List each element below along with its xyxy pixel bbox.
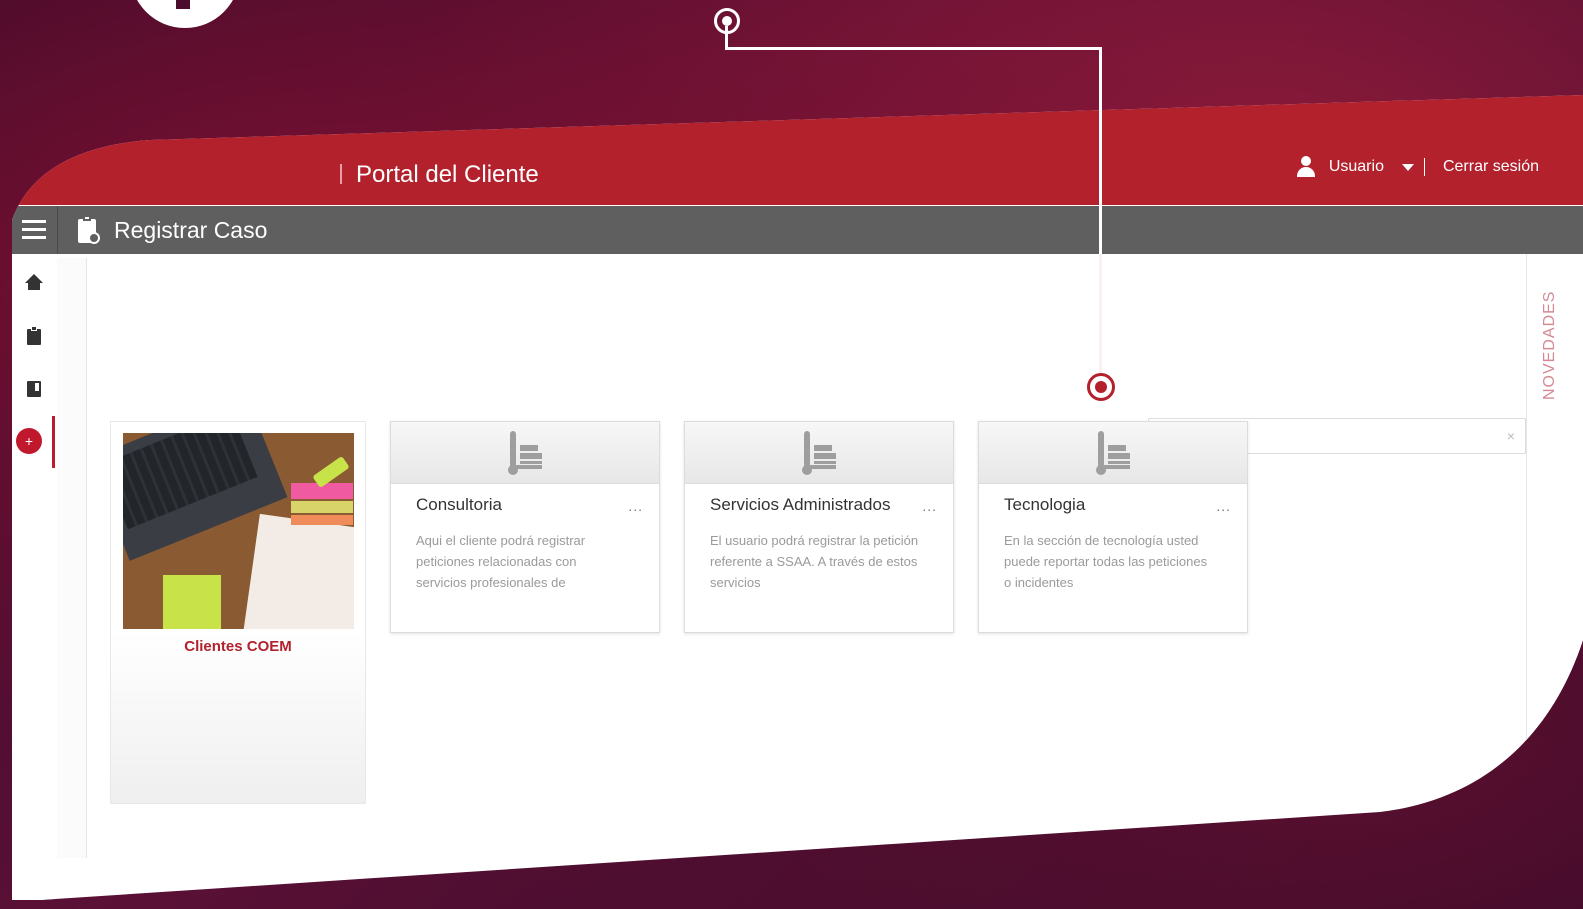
hand-truck-icon [506, 431, 544, 475]
add-circle-icon[interactable]: + [16, 428, 42, 454]
portal-title: Portal del Cliente [356, 161, 539, 188]
category-card-servicios-administrados[interactable]: Servicios Administrados ... El usuario p… [684, 421, 954, 633]
more-options-icon[interactable]: ... [628, 498, 643, 514]
user-menu-label[interactable]: Usuario [1329, 158, 1384, 176]
card-header [391, 422, 659, 484]
callout-marker [714, 8, 740, 34]
decorative-circle [130, 0, 240, 28]
card-title: Consultoria [416, 495, 502, 514]
home-icon[interactable] [25, 274, 43, 292]
header-bar: Portal del Cliente Usuario Cerrar sesión [0, 0, 1583, 205]
callout-target-marker [1087, 373, 1115, 401]
chevron-down-icon[interactable] [1402, 164, 1414, 171]
callout-line [1099, 47, 1102, 255]
content-frame [57, 258, 87, 858]
featured-card-title: Clientes COEM [184, 638, 292, 655]
hand-truck-icon [1094, 431, 1132, 475]
card-header [979, 422, 1247, 484]
user-area: Usuario Cerrar sesión [1297, 156, 1539, 178]
logout-link[interactable]: Cerrar sesión [1443, 158, 1539, 176]
featured-card[interactable]: Clientes COEM [110, 421, 366, 804]
card-title: Tecnologia [1004, 495, 1086, 514]
card-description: En la sección de tecnología usted puede … [1004, 533, 1208, 590]
header-divider [1424, 158, 1425, 176]
more-options-icon[interactable]: ... [1216, 498, 1231, 514]
card-header [685, 422, 953, 484]
hamburger-menu-icon[interactable] [22, 220, 46, 240]
user-icon [1297, 156, 1315, 178]
book-icon[interactable] [25, 380, 43, 398]
title-separator [340, 164, 342, 184]
card-description: El usuario podrá registrar la petición r… [710, 533, 919, 590]
more-options-icon[interactable]: ... [922, 498, 937, 514]
news-tab[interactable]: NOVEDADES [1541, 291, 1559, 400]
clipboard-icon[interactable] [25, 326, 43, 344]
card-title: Servicios Administrados [710, 495, 891, 514]
callout-line [1099, 254, 1102, 376]
category-card-consultoria[interactable]: Consultoria ... Aqui el cliente podrá re… [390, 421, 660, 633]
callout-line [725, 47, 1102, 50]
portal-window: Portal del Cliente Usuario Cerrar sesión… [0, 0, 1583, 909]
clipboard-add-icon [78, 215, 100, 245]
active-indicator [52, 416, 55, 468]
featured-image [123, 433, 354, 629]
hand-truck-icon [800, 431, 838, 475]
toolbar-divider [57, 206, 58, 254]
category-card-tecnologia[interactable]: Tecnologia ... En la sección de tecnolog… [978, 421, 1248, 633]
close-icon[interactable]: × [1507, 428, 1515, 444]
sidebar: + [12, 254, 56, 904]
page-title: Registrar Caso [114, 217, 268, 243]
card-description: Aqui el cliente podrá registrar peticion… [416, 533, 586, 590]
